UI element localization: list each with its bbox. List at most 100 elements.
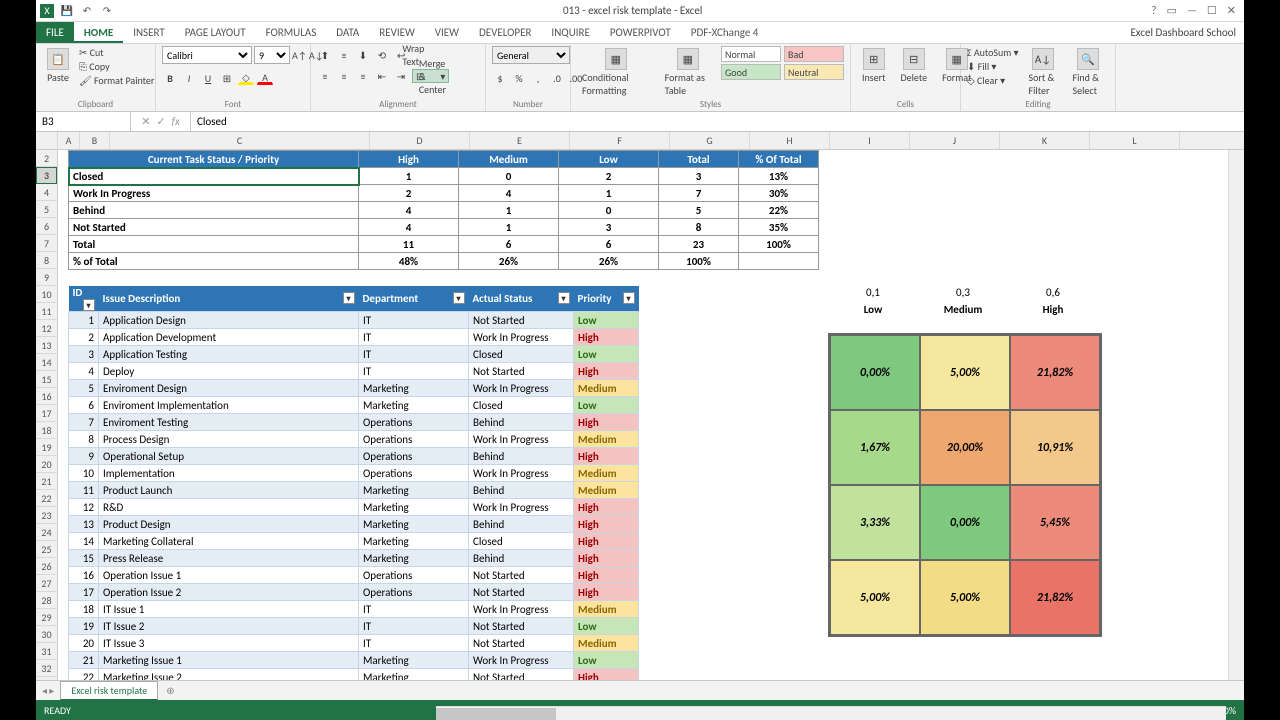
row-header[interactable]: 27 bbox=[36, 575, 57, 592]
tab-view[interactable]: VIEW bbox=[425, 22, 469, 43]
row-header[interactable]: 32 bbox=[36, 660, 57, 677]
comma-icon[interactable]: , bbox=[530, 71, 546, 85]
row-header[interactable]: 14 bbox=[36, 354, 57, 371]
row-header[interactable]: 19 bbox=[36, 439, 57, 456]
merge-center-button[interactable]: ⊟ Merge & Center ▾ bbox=[412, 69, 449, 83]
align-mid-icon[interactable]: ≡ bbox=[336, 48, 352, 62]
row-header[interactable]: 17 bbox=[36, 405, 57, 422]
tab-pdf-xchange-4[interactable]: PDF-XChange 4 bbox=[681, 22, 769, 43]
row-header[interactable]: 25 bbox=[36, 541, 57, 558]
align-top-icon[interactable]: ⬆ bbox=[317, 48, 333, 62]
inc-decimal-icon[interactable]: .0 bbox=[549, 71, 565, 85]
paste-button[interactable]: 📋Paste bbox=[42, 46, 74, 86]
col-header[interactable]: D bbox=[370, 132, 470, 149]
sort-filter-button[interactable]: A↓Sort & Filter bbox=[1024, 46, 1063, 99]
summary-table[interactable]: Current Task Status / PriorityHighMedium… bbox=[68, 150, 819, 270]
horizontal-scrollbar[interactable] bbox=[436, 706, 1226, 720]
col-header[interactable]: E bbox=[470, 132, 570, 149]
col-header[interactable]: F bbox=[570, 132, 670, 149]
worksheet-grid[interactable]: ABCDEFGHIJKL 234567891011121314151617181… bbox=[36, 132, 1244, 680]
vertical-scrollbar[interactable] bbox=[1228, 150, 1244, 680]
conditional-formatting-button[interactable]: ▦Conditional Formatting bbox=[577, 46, 655, 99]
undo-icon[interactable]: ↶ bbox=[80, 4, 94, 18]
tab-developer[interactable]: DEVELOPER bbox=[469, 22, 541, 43]
delete-cells-button[interactable]: ⊟Delete bbox=[896, 46, 933, 86]
align-left-icon[interactable]: ≡ bbox=[317, 69, 333, 83]
row-header[interactable]: 4 bbox=[36, 184, 57, 201]
row-header[interactable]: 11 bbox=[36, 303, 57, 320]
align-center-icon[interactable]: ≡ bbox=[336, 69, 352, 83]
tab-insert[interactable]: INSERT bbox=[123, 22, 175, 43]
col-header[interactable]: L bbox=[1090, 132, 1180, 149]
font-size-select[interactable]: 9 bbox=[254, 46, 290, 64]
tab-page-layout[interactable]: PAGE LAYOUT bbox=[175, 22, 256, 43]
align-right-icon[interactable]: ≡ bbox=[355, 69, 371, 83]
row-header[interactable]: 28 bbox=[36, 592, 57, 609]
fx-icon[interactable]: fx bbox=[172, 115, 180, 128]
row-header[interactable]: 26 bbox=[36, 558, 57, 575]
autosum-button[interactable]: Σ AutoSum ▾ bbox=[967, 46, 1019, 59]
col-header[interactable]: J bbox=[910, 132, 1000, 149]
clear-button[interactable]: ◇ Clear ▾ bbox=[967, 74, 1019, 87]
tab-data[interactable]: DATA bbox=[326, 22, 369, 43]
col-header[interactable]: I bbox=[830, 132, 910, 149]
formula-input[interactable]: Closed bbox=[191, 115, 1244, 128]
col-header[interactable]: K bbox=[1000, 132, 1090, 149]
row-header[interactable]: 20 bbox=[36, 456, 57, 473]
help-icon[interactable]: ? bbox=[1151, 4, 1156, 17]
sheet-nav-icon[interactable]: ◂ ▸ bbox=[36, 684, 60, 697]
row-header[interactable]: 22 bbox=[36, 490, 57, 507]
tab-file[interactable]: FILE bbox=[36, 22, 74, 43]
dashboard-school-link[interactable]: Excel Dashboard School bbox=[1122, 22, 1244, 43]
font-name-select[interactable]: Calibri bbox=[162, 46, 252, 64]
ribbon-opts-icon[interactable]: ▭ bbox=[1167, 4, 1177, 17]
row-header[interactable]: 31 bbox=[36, 643, 57, 660]
select-all-corner[interactable] bbox=[36, 132, 58, 149]
row-header[interactable]: 9 bbox=[36, 269, 57, 286]
close-icon[interactable]: ✕ bbox=[1227, 4, 1236, 17]
issues-table[interactable]: ID▾Issue Description▾Department▾Actual S… bbox=[68, 286, 639, 680]
number-format-select[interactable]: General bbox=[492, 46, 570, 64]
tab-review[interactable]: REVIEW bbox=[369, 22, 425, 43]
border-icon[interactable]: ⊞ bbox=[219, 71, 235, 85]
col-header[interactable]: C bbox=[110, 132, 370, 149]
style-bad[interactable]: Bad bbox=[784, 46, 844, 62]
row-header[interactable]: 15 bbox=[36, 371, 57, 388]
increase-font-icon[interactable]: A↑ bbox=[292, 49, 307, 62]
insert-cells-button[interactable]: ⊞Insert bbox=[857, 46, 891, 86]
fill-color-icon[interactable]: ◇ bbox=[238, 71, 254, 85]
row-header[interactable]: 5 bbox=[36, 201, 57, 218]
cancel-formula-icon[interactable]: ✕ bbox=[141, 115, 150, 128]
name-box[interactable]: B3 bbox=[36, 112, 131, 131]
tab-inquire[interactable]: INQUIRE bbox=[541, 22, 599, 43]
row-header[interactable]: 8 bbox=[36, 252, 57, 269]
align-bot-icon[interactable]: ⬇ bbox=[355, 48, 371, 62]
percent-icon[interactable]: % bbox=[511, 71, 527, 85]
orientation-icon[interactable]: ⟲ bbox=[374, 48, 390, 62]
indent-dec-icon[interactable]: ⇤ bbox=[374, 69, 390, 83]
fill-button[interactable]: ⬇ Fill ▾ bbox=[967, 60, 1019, 73]
minimize-icon[interactable]: — bbox=[1187, 4, 1197, 17]
row-header[interactable]: 3 bbox=[36, 167, 57, 184]
row-header[interactable]: 2 bbox=[36, 150, 57, 167]
row-header[interactable]: 16 bbox=[36, 388, 57, 405]
cut-button[interactable]: ✂ Cut bbox=[79, 46, 154, 59]
format-as-table-button[interactable]: ▦Format as Table bbox=[660, 46, 716, 99]
sheet-tab[interactable]: Excel risk template bbox=[60, 681, 158, 701]
row-header[interactable]: 6 bbox=[36, 218, 57, 235]
style-normal[interactable]: Normal bbox=[721, 46, 781, 62]
currency-icon[interactable]: $ bbox=[492, 71, 508, 85]
style-neutral[interactable]: Neutral bbox=[784, 64, 844, 80]
row-header[interactable]: 18 bbox=[36, 422, 57, 439]
row-header[interactable]: 12 bbox=[36, 320, 57, 337]
style-good[interactable]: Good bbox=[721, 64, 781, 80]
tab-formulas[interactable]: FORMULAS bbox=[256, 22, 327, 43]
format-painter-button[interactable]: 🖌 Format Painter bbox=[79, 74, 154, 87]
row-header[interactable]: 10 bbox=[36, 286, 57, 303]
row-header[interactable]: 23 bbox=[36, 507, 57, 524]
italic-icon[interactable]: I bbox=[181, 71, 197, 85]
find-select-button[interactable]: 🔍Find & Select bbox=[1068, 46, 1109, 99]
row-header[interactable]: 24 bbox=[36, 524, 57, 541]
redo-icon[interactable]: ↷ bbox=[100, 4, 114, 18]
col-header[interactable]: G bbox=[670, 132, 750, 149]
